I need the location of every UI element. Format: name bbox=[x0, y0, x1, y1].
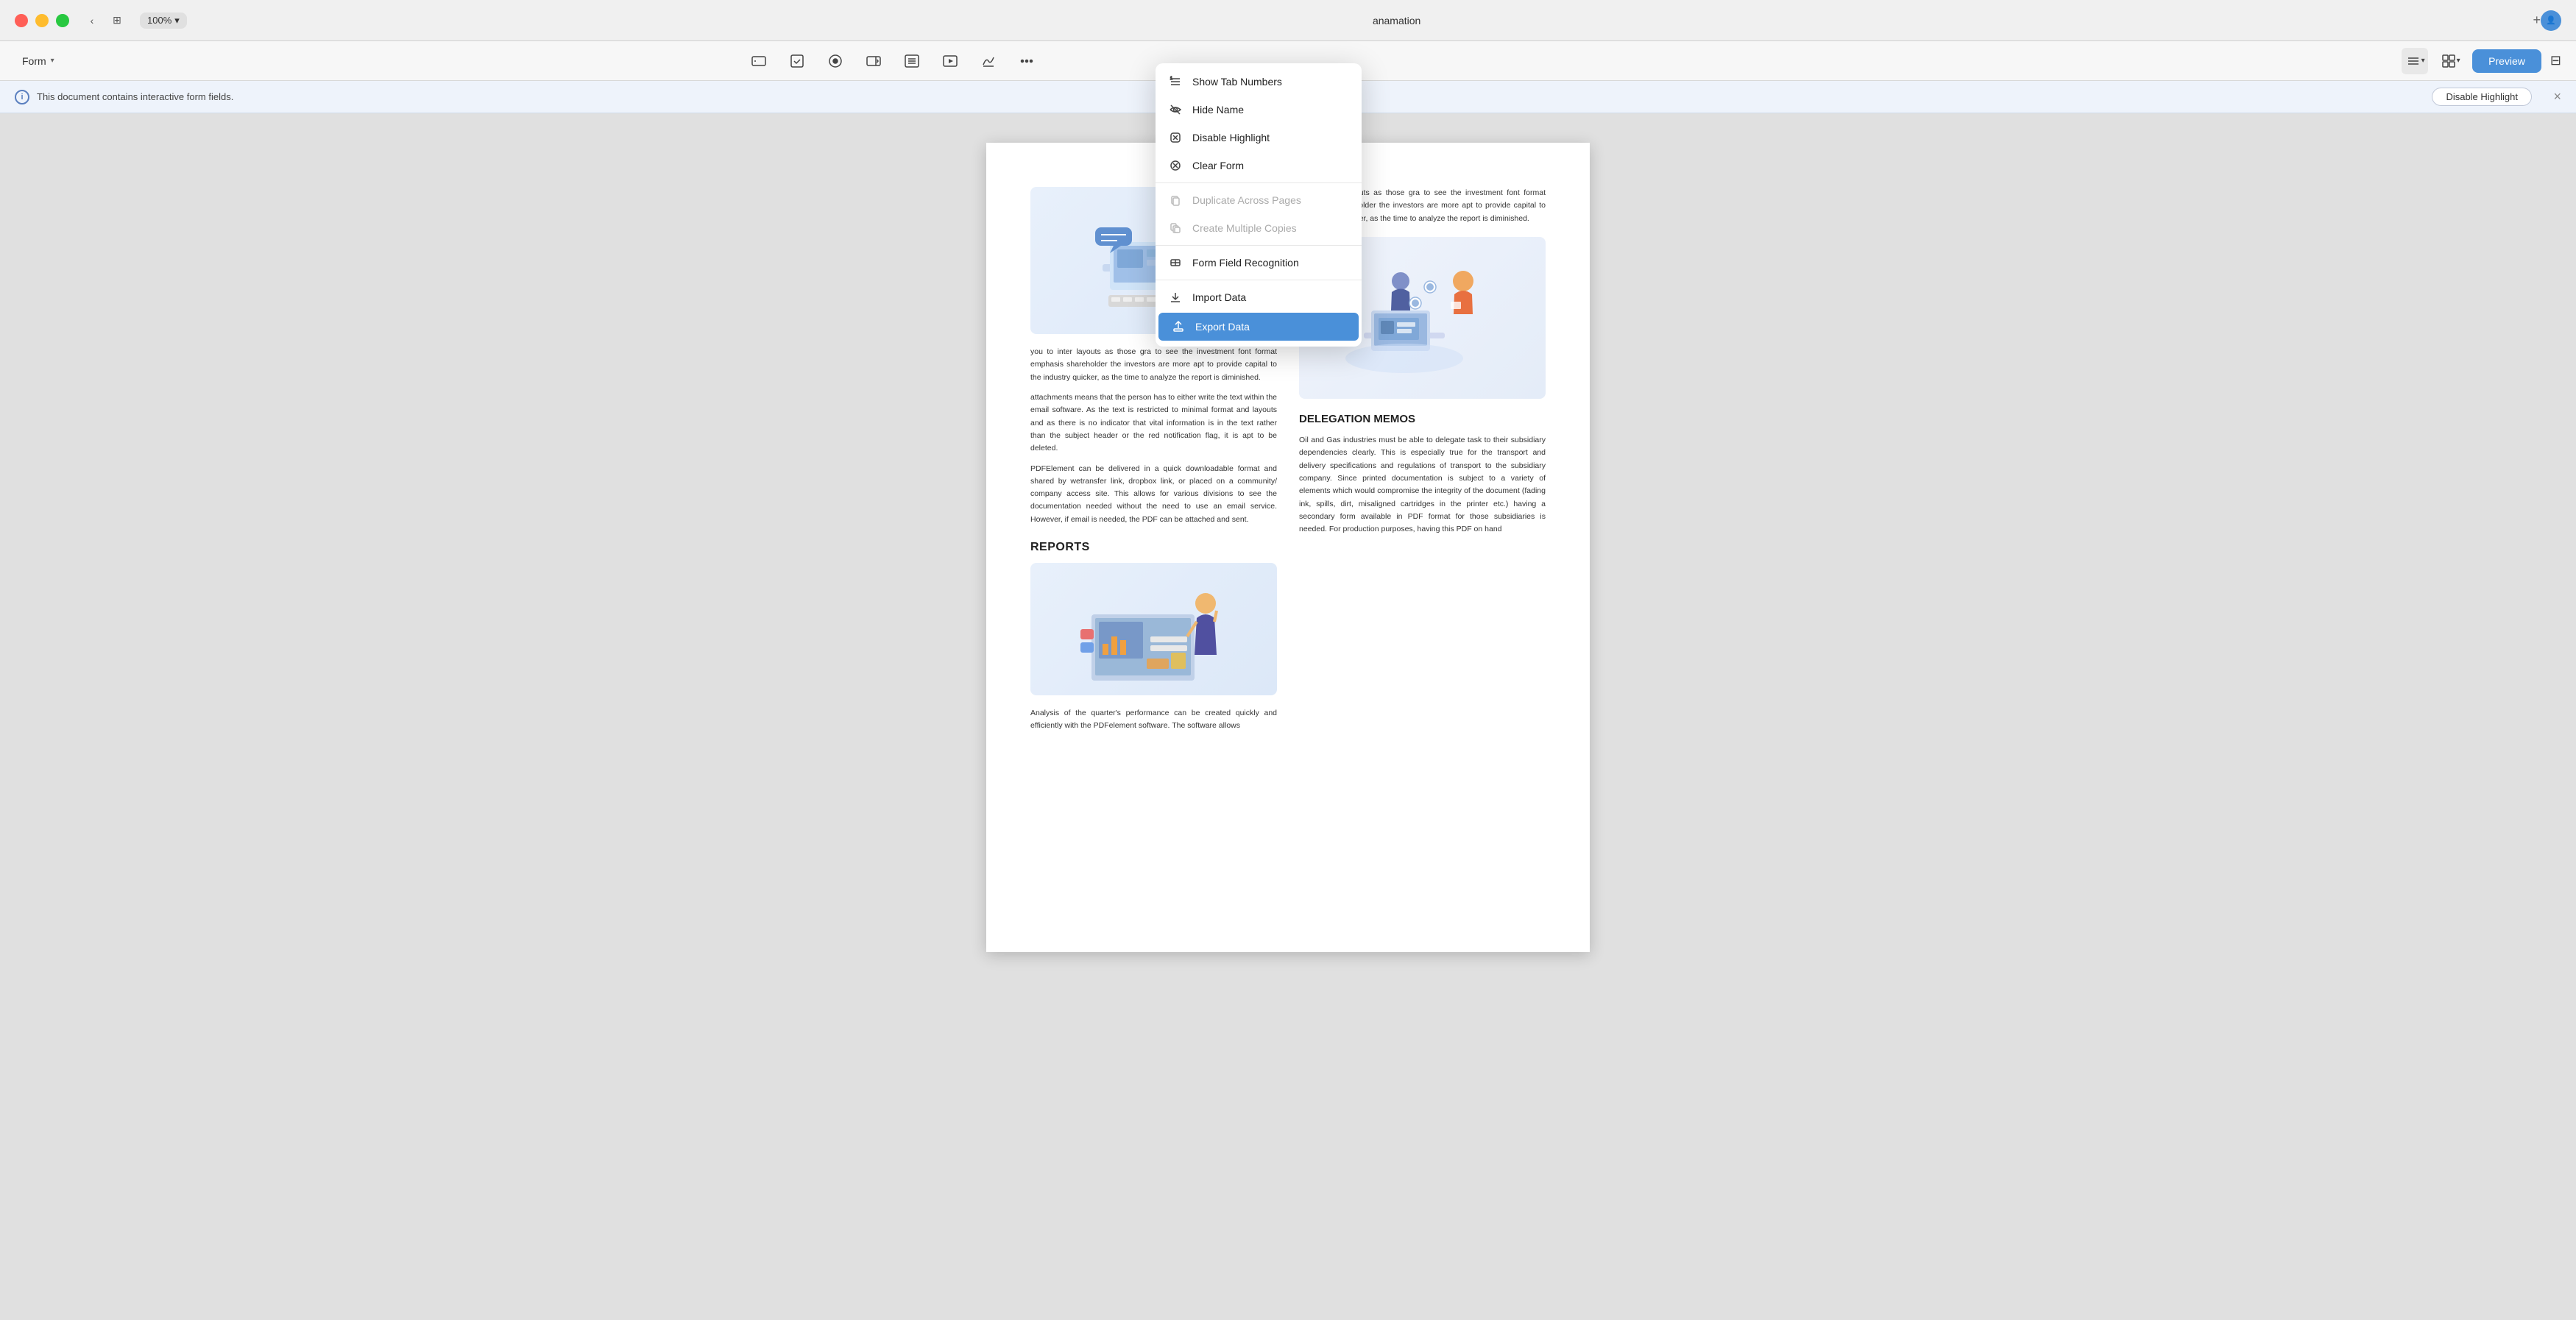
left-body-text-2: attachments means that the person has to… bbox=[1030, 391, 1277, 455]
form-menu-button[interactable]: Form ▾ bbox=[15, 52, 62, 70]
signature-button[interactable] bbox=[975, 48, 1002, 74]
form-label: Form bbox=[22, 55, 46, 67]
tab-title: anamation bbox=[187, 15, 2576, 26]
grid-view-button[interactable]: ▾ bbox=[2437, 48, 2463, 74]
infobar-message: This document contains interactive form … bbox=[37, 91, 233, 102]
back-button[interactable]: ‹ bbox=[84, 13, 100, 29]
right-body-text-2: Oil and Gas industries must be able to d… bbox=[1299, 434, 1546, 536]
pdf-page: you to inter layouts as those gra to see… bbox=[986, 143, 1590, 952]
combo-button[interactable] bbox=[860, 48, 887, 74]
right-illustration-top bbox=[1299, 237, 1546, 399]
avatar: 👤 bbox=[2541, 10, 2561, 31]
disable-highlight-button[interactable]: Disable Highlight bbox=[2432, 88, 2532, 106]
sidebar-toggle-button[interactable]: ⊞ bbox=[109, 13, 125, 29]
info-icon: i bbox=[15, 90, 29, 104]
main-area: you to inter layouts as those gra to see… bbox=[0, 113, 2576, 1320]
maximize-window-button[interactable] bbox=[56, 14, 69, 27]
reports-title: REPORTS bbox=[1030, 538, 1277, 557]
form-chevron-icon: ▾ bbox=[51, 57, 54, 65]
document-area: you to inter layouts as those gra to see… bbox=[0, 113, 2576, 1320]
zoom-control[interactable]: 100% ▾ bbox=[140, 13, 187, 29]
toolbar-icons bbox=[746, 48, 1040, 74]
media-button[interactable] bbox=[937, 48, 963, 74]
top-illustration bbox=[1030, 187, 1277, 334]
radio-button-tool[interactable] bbox=[822, 48, 849, 74]
window-controls: ‹ ⊞ bbox=[84, 13, 125, 29]
toolbar-right: ▾ ▾ Preview ⊟ bbox=[2402, 48, 2561, 74]
form-options-chevron-icon: ▾ bbox=[2421, 57, 2425, 65]
left-body-text-1: you to inter layouts as those gra to see… bbox=[1030, 346, 1277, 384]
grid-chevron-icon: ▾ bbox=[2457, 57, 2460, 65]
list-button[interactable] bbox=[899, 48, 925, 74]
more-button[interactable] bbox=[1013, 48, 1040, 74]
delegation-title: DELEGATION MEMOS bbox=[1299, 411, 1546, 428]
form-options-button[interactable]: ▾ bbox=[2402, 48, 2428, 74]
zoom-chevron: ▾ bbox=[174, 15, 180, 26]
checkbox-button[interactable] bbox=[784, 48, 810, 74]
pdf-content: you to inter layouts as those gra to see… bbox=[1030, 187, 1546, 732]
left-body-text-3: PDFElement can be delivered in a quick d… bbox=[1030, 463, 1277, 527]
close-window-button[interactable] bbox=[15, 14, 28, 27]
titlebar: ‹ ⊞ 100% ▾ anamation + 👤 bbox=[0, 0, 2576, 41]
new-tab-button[interactable]: + bbox=[2533, 13, 2541, 28]
right-body-text-1: you to inter layouts as those gra to see… bbox=[1299, 187, 1546, 225]
text-field-button[interactable] bbox=[746, 48, 772, 74]
traffic-lights bbox=[15, 14, 69, 27]
infobar: i This document contains interactive for… bbox=[0, 81, 2576, 113]
toolbar: Form ▾ bbox=[0, 41, 2576, 81]
bottom-illustration bbox=[1030, 563, 1277, 695]
sidebar-toggle-right-button[interactable]: ⊟ bbox=[2550, 53, 2561, 68]
zoom-value: 100% bbox=[147, 15, 171, 26]
minimize-window-button[interactable] bbox=[35, 14, 49, 27]
right-column: you to inter layouts as those gra to see… bbox=[1299, 187, 1546, 732]
infobar-close-button[interactable]: × bbox=[2553, 89, 2561, 104]
left-column: you to inter layouts as those gra to see… bbox=[1030, 187, 1277, 732]
titlebar-right: 👤 bbox=[2541, 10, 2561, 31]
left-body-text-4: Analysis of the quarter's performance ca… bbox=[1030, 707, 1277, 733]
preview-button[interactable]: Preview bbox=[2472, 49, 2541, 73]
